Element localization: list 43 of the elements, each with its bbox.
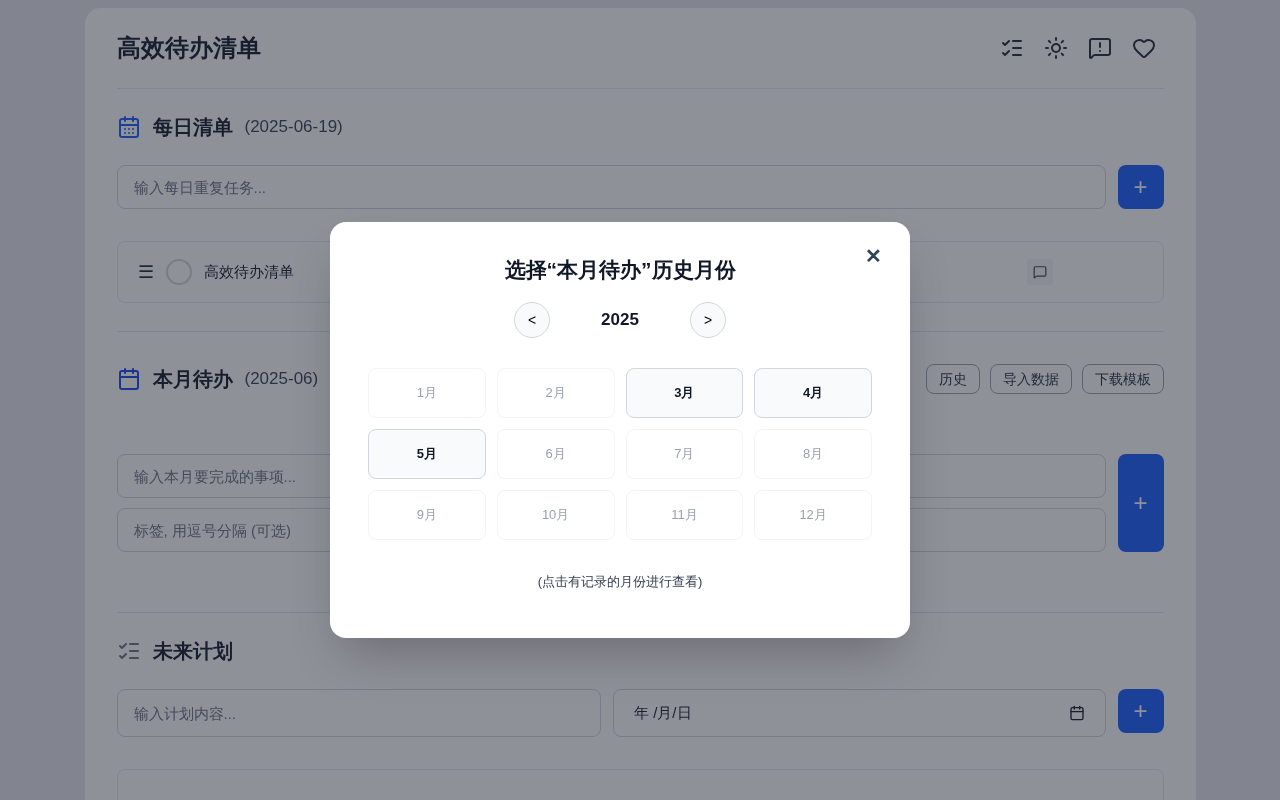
section-date: (2025-06) — [244, 368, 319, 391]
toolbar-button[interactable]: 下载模板 — [1081, 364, 1164, 394]
dialog-title: 选择“本月待办”历史月份 — [503, 257, 737, 283]
section-date: (2025-06-19) — [244, 116, 343, 139]
input-field[interactable]: 输入计划内容... — [116, 689, 601, 737]
month-button[interactable]: 11月 — [625, 489, 744, 540]
month-button[interactable]: 3月 — [625, 367, 744, 418]
feedback-icon[interactable] — [1087, 36, 1112, 60]
task-text: 高效待办清单 — [203, 261, 294, 282]
calendar-icon[interactable] — [1068, 705, 1085, 721]
next-year-button[interactable]: > — [690, 301, 726, 338]
drag-handle[interactable]: ☰ — [137, 258, 154, 286]
add-button[interactable]: + — [1117, 454, 1164, 552]
input-field[interactable]: 输入每日重复任务... — [116, 165, 1106, 209]
comment-icon — [1032, 265, 1047, 279]
section-title: 未来计划 — [152, 639, 233, 664]
app-title: 高效待办清单 — [116, 33, 261, 63]
month-button[interactable]: 12月 — [754, 489, 872, 540]
section-title: 本月待办 — [152, 367, 233, 392]
prev-year-button[interactable]: < — [514, 301, 550, 338]
month-button[interactable]: 9月 — [368, 489, 486, 540]
month-button[interactable]: 4月 — [754, 367, 872, 418]
month-button[interactable]: 7月 — [625, 428, 744, 479]
calendar-icon — [116, 115, 141, 139]
add-button[interactable]: + — [1117, 689, 1164, 733]
month-button[interactable]: 2月 — [496, 367, 615, 418]
month-button[interactable]: 8月 — [754, 428, 872, 479]
add-button[interactable]: + — [1117, 165, 1164, 209]
dialog-hint: (点击有记录的月份进行查看) — [536, 572, 704, 591]
date-field[interactable]: 年 /月/日 — [613, 689, 1106, 737]
year-label: 2025 — [600, 308, 640, 331]
close-button[interactable]: ✕ — [865, 242, 882, 270]
toolbar-button[interactable]: 历史 — [925, 364, 980, 394]
toolbar-button[interactable]: 导入数据 — [989, 364, 1072, 394]
section-title: 每日清单 — [152, 115, 233, 140]
month-button[interactable]: 1月 — [368, 367, 486, 418]
sun-icon[interactable] — [1043, 36, 1068, 60]
heart-icon[interactable] — [1131, 36, 1156, 60]
month-button[interactable]: 6月 — [496, 428, 615, 479]
month-button[interactable]: 10月 — [496, 489, 615, 540]
month-button[interactable]: 5月 — [368, 428, 486, 479]
comment-button[interactable] — [1026, 259, 1053, 285]
calendar-icon — [116, 367, 141, 391]
